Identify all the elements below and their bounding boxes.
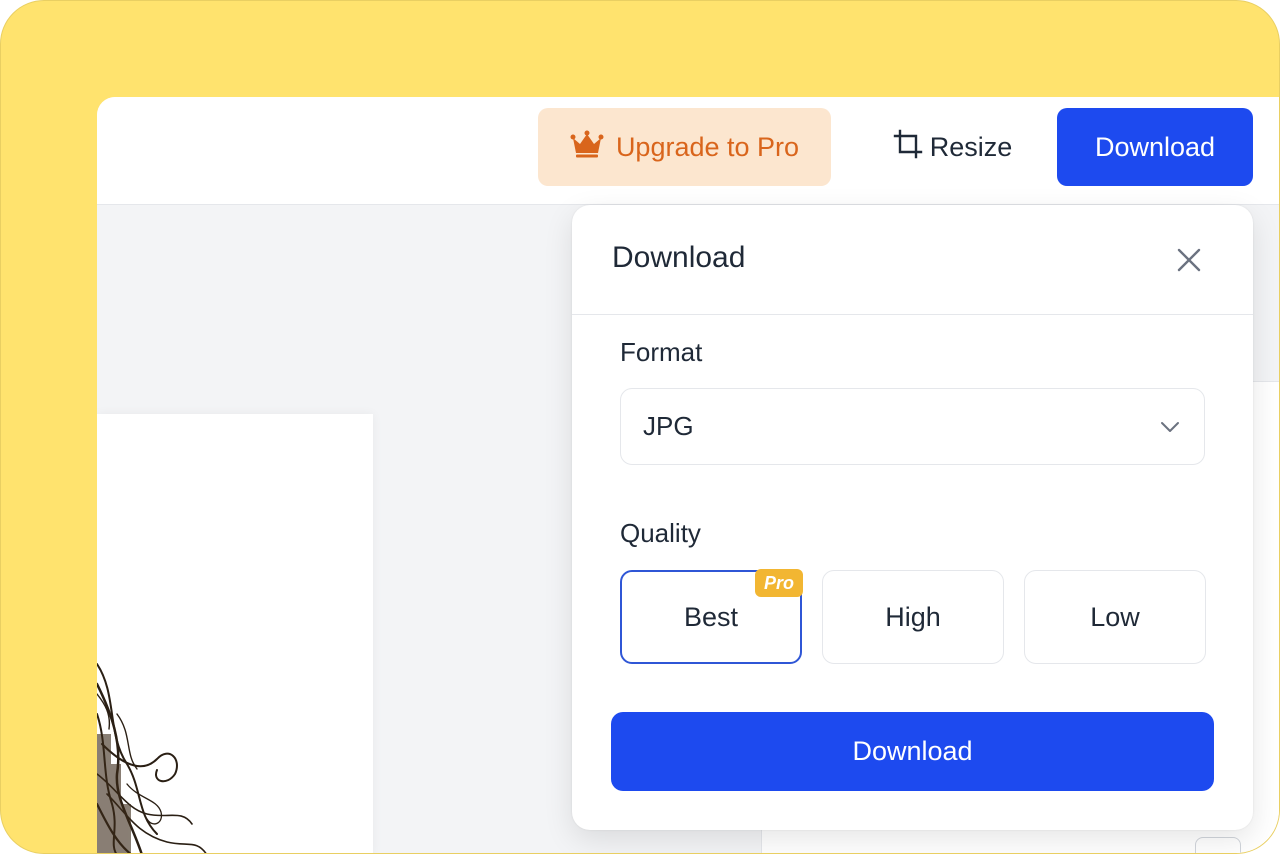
quality-option-best[interactable]: Best Pro — [620, 569, 803, 664]
format-select[interactable]: JPG — [620, 388, 1205, 465]
format-label: Format — [620, 337, 703, 367]
quality-option-high[interactable]: High — [822, 570, 1004, 664]
quality-option-label: Best — [683, 601, 739, 632]
quality-option-low[interactable]: Low — [1024, 570, 1206, 664]
canvas-image[interactable] — [97, 414, 373, 853]
panel-chip — [1195, 837, 1241, 853]
close-button[interactable] — [1168, 239, 1210, 281]
download-popup: Download Format JPG Quality Best Pro Hig… — [572, 205, 1253, 830]
chevron-down-icon — [1161, 421, 1179, 432]
quality-option-label: High — [885, 601, 941, 632]
popup-title: Download — [612, 241, 746, 274]
close-icon — [1177, 248, 1201, 272]
popup-header: Download — [572, 205, 1253, 315]
portrait-hair-graphic — [97, 663, 207, 853]
top-toolbar: Upgrade to Pro Resize Download — [97, 97, 1279, 205]
screenshot-frame: Upgrade to Pro Resize Download Download … — [0, 0, 1280, 854]
crop-icon — [892, 128, 924, 167]
download-button[interactable]: Download — [1057, 108, 1253, 186]
quality-option-label: Low — [1090, 601, 1140, 632]
download-confirm-button[interactable]: Download — [611, 712, 1214, 791]
upgrade-label: Upgrade to Pro — [615, 131, 800, 162]
upgrade-to-pro-button[interactable]: Upgrade to Pro — [538, 108, 831, 186]
resize-label: Resize — [929, 131, 1013, 162]
pro-badge: Pro — [755, 569, 803, 597]
quality-label: Quality — [620, 518, 701, 548]
format-selected-value: JPG — [643, 411, 694, 441]
resize-button[interactable]: Resize — [867, 108, 1037, 186]
crown-icon — [570, 129, 604, 166]
